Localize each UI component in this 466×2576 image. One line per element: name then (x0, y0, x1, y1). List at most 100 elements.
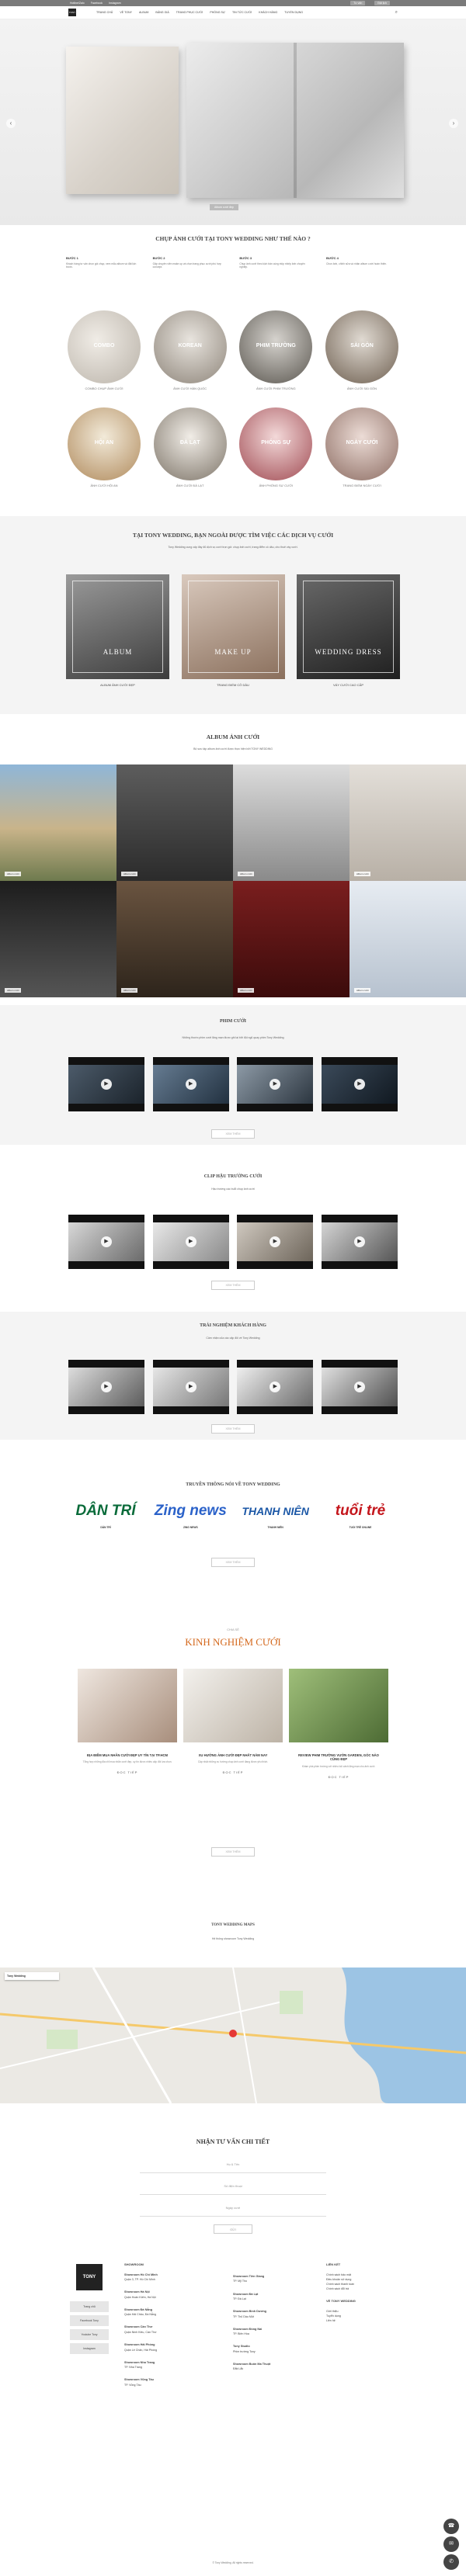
album-title: ALBUM ẢNH CƯỚI (206, 733, 260, 740)
process-steps: BƯỚC 1 Khách hàng tư vấn chọn gói chụp, x… (66, 256, 400, 269)
play-icon[interactable]: ▶ (353, 1236, 365, 1247)
play-icon[interactable]: ▶ (101, 1236, 112, 1247)
play-icon[interactable]: ▶ (353, 1382, 365, 1392)
concept-item[interactable]: COMBO COMBO CHỤP ẢNH CƯỚI (66, 310, 142, 390)
topbar-item[interactable]: Hotline/Zalo (70, 2, 85, 5)
video-card[interactable]: ▶ (321, 1057, 398, 1111)
date-field[interactable]: Ngày cưới (140, 2200, 326, 2217)
topbar-item[interactable]: Instagram (109, 2, 121, 5)
footer-side-link[interactable]: Instagram (70, 2343, 109, 2354)
zalo-icon[interactable]: ☎ (443, 2519, 459, 2534)
album-item[interactable]: Album cưới (0, 764, 116, 881)
topbar-item[interactable]: Facebook (91, 2, 103, 5)
video-card[interactable]: ▶ (321, 1215, 398, 1269)
press-item[interactable]: Zing news ZING NEWS (153, 1499, 228, 1529)
showroom-column: SHOWROOM Showroom Hồ Chí Minh Quận 3, TP.… (124, 2262, 225, 2395)
concept-item[interactable]: HỘI AN ẢNH CƯỚI HỘI AN (66, 407, 142, 487)
video-card[interactable]: ▶ (237, 1360, 314, 1414)
video-card[interactable]: ▶ (68, 1215, 144, 1269)
showroom-map[interactable]: Tony Wedding (0, 1968, 466, 2103)
blog-card[interactable]: REVIEW PHIM TRƯỜNG VƯỜN GARDEN, GÓC NÀO … (289, 1669, 388, 1779)
name-field[interactable]: Họ & Tên (140, 2156, 326, 2173)
press-item[interactable]: THANH NIÊN THANH NIÊN (238, 1499, 313, 1529)
feedback-more-button[interactable]: XEM THÊM (211, 1424, 255, 1434)
experience-more-button[interactable]: XEM THÊM (211, 1847, 255, 1857)
album-item[interactable]: Album cưới (350, 764, 466, 881)
slider-next-icon[interactable]: › (449, 119, 458, 128)
topbar-button[interactable]: Tư vấn (350, 1, 366, 5)
video-card[interactable]: ▶ (237, 1057, 314, 1111)
footer-link[interactable]: Chính sách đổi trả (326, 2287, 404, 2291)
blog-card[interactable]: ĐỊA ĐIỂM MUA NHẪN CƯỚI ĐẸP UY TÍN TẠI TP… (78, 1669, 177, 1779)
read-more-link[interactable]: ĐỌC TIẾP (183, 1770, 283, 1774)
read-more-link[interactable]: ĐỌC TIẾP (289, 1775, 388, 1779)
submit-button[interactable]: GỬI (214, 2224, 252, 2234)
video-card[interactable]: ▶ (68, 1057, 144, 1111)
press-item[interactable]: DÂN TRÍ DÂN TRÍ (68, 1499, 143, 1529)
nav-item[interactable]: Album (139, 11, 148, 14)
topbar-button[interactable]: Đặt lịch (374, 1, 390, 5)
nav-item[interactable]: Khách hàng (259, 11, 277, 14)
service-card[interactable]: MAKE UP TRANG ĐIỂM CÔ DÂU (181, 574, 285, 687)
hero-caption[interactable]: Album cưới đẹp (210, 204, 238, 210)
slider-prev-icon[interactable]: ‹ (6, 119, 16, 128)
album-item[interactable]: Album cưới (350, 881, 466, 997)
video-card[interactable]: ▶ (152, 1057, 229, 1111)
footer-side-link[interactable]: Facebook Tony (70, 2315, 109, 2326)
nav-item[interactable]: Tuyển dụng (284, 11, 303, 14)
messenger-icon[interactable]: ✉ (443, 2536, 459, 2552)
album-subtitle: Bộ sưu tập album ảnh cưới được thực hiện… (193, 747, 273, 751)
play-icon[interactable]: ▶ (185, 1236, 196, 1247)
showroom-item: Showroom Đồng Nai TP. Biên Hòa (233, 2327, 263, 2336)
album-item[interactable]: Album cưới (233, 881, 350, 997)
play-icon[interactable]: ▶ (353, 1079, 365, 1090)
album-item[interactable]: Album cưới (233, 764, 350, 881)
play-icon[interactable]: ▶ (101, 1382, 112, 1392)
concept-item[interactable]: SÀI GÒN ẢNH CƯỚI SÀI GÒN (324, 310, 400, 390)
footer-link[interactable]: Liên hệ (326, 2318, 404, 2323)
phone-icon[interactable]: ✆ (443, 2554, 459, 2570)
search-icon[interactable]: ⌕ (395, 10, 398, 16)
concept-item[interactable]: PHÓNG SỰ ẢNH PHÓNG SỰ CƯỚI (238, 407, 314, 487)
press-item[interactable]: tuổi trẻ TUỔI TRẺ ONLINE (323, 1499, 398, 1529)
nav-item[interactable]: Về Tony (120, 11, 132, 14)
site-logo[interactable]: TONY (68, 9, 76, 16)
play-icon[interactable]: ▶ (185, 1382, 196, 1392)
album-item[interactable]: Album cưới (116, 764, 233, 881)
video-card[interactable]: ▶ (321, 1360, 398, 1414)
concept-item[interactable]: NGÀY CƯỚI TRANG ĐIỂM NGÀY CƯỚI (324, 407, 400, 487)
nav-item[interactable]: Trang chủ (96, 11, 113, 14)
video-card[interactable]: ▶ (152, 1360, 229, 1414)
map-info-card[interactable]: Tony Wedding (5, 1972, 59, 1980)
video-card[interactable]: ▶ (152, 1215, 229, 1269)
showroom-item: Showroom Nha Trang TP. Nha Trang (124, 2360, 155, 2370)
service-card[interactable]: ALBUM ALBUM ẢNH CƯỚI ĐẸP (66, 574, 169, 687)
links-column: LIÊN KẾT Chính sách bảo mật Điều khoản s… (326, 2262, 404, 2323)
copyright: © Tony Wedding. All rights reserved. (212, 2561, 254, 2564)
nav-item[interactable]: Phóng sự (210, 11, 225, 14)
album-item[interactable]: Album cưới (0, 881, 116, 997)
concept-item[interactable]: KOREAN ẢNH CƯỚI HÀN QUỐC (152, 310, 228, 390)
nav-item[interactable]: Bảng giá (155, 11, 169, 14)
footer-side-link[interactable]: Youtube Tony (70, 2329, 109, 2340)
concept-item[interactable]: PHIM TRƯỜNG ẢNH CƯỚI PHIM TRƯỜNG (238, 310, 314, 390)
video-card[interactable]: ▶ (68, 1360, 144, 1414)
nav-item[interactable]: Trang phục cưới (176, 11, 203, 14)
video-card[interactable]: ▶ (237, 1215, 314, 1269)
play-icon[interactable]: ▶ (101, 1079, 112, 1090)
blog-card[interactable]: XU HƯỚNG ẢNH CƯỚI ĐẸP NHẤT NĂM NAY Cập nh… (183, 1669, 283, 1779)
play-icon[interactable]: ▶ (185, 1079, 196, 1090)
behind-subtitle: Hậu trường các buổi chụp ảnh cưới (211, 1187, 255, 1191)
concept-item[interactable]: ĐÀ LẠT ẢNH CƯỚI ĐÀ LẠT (152, 407, 228, 487)
map-canvas[interactable] (0, 1968, 466, 2103)
album-item[interactable]: Album cưới (116, 881, 233, 997)
showroom-column: Showroom Tiền Giang TP. Mỹ Tho Showroom Đ… (233, 2274, 318, 2379)
nav-item[interactable]: Tin tức cưới (232, 11, 252, 14)
service-card[interactable]: WEDDING DRESS VÁY CƯỚI CAO CẤP (297, 574, 400, 687)
films-more-button[interactable]: XEM THÊM (211, 1129, 255, 1139)
phone-field[interactable]: Số điện thoại (140, 2178, 326, 2195)
behind-more-button[interactable]: XEM THÊM (211, 1281, 255, 1290)
footer-side-link[interactable]: Trang chủ (70, 2301, 109, 2312)
press-more-button[interactable]: XEM THÊM (211, 1558, 255, 1567)
read-more-link[interactable]: ĐỌC TIẾP (78, 1770, 177, 1774)
